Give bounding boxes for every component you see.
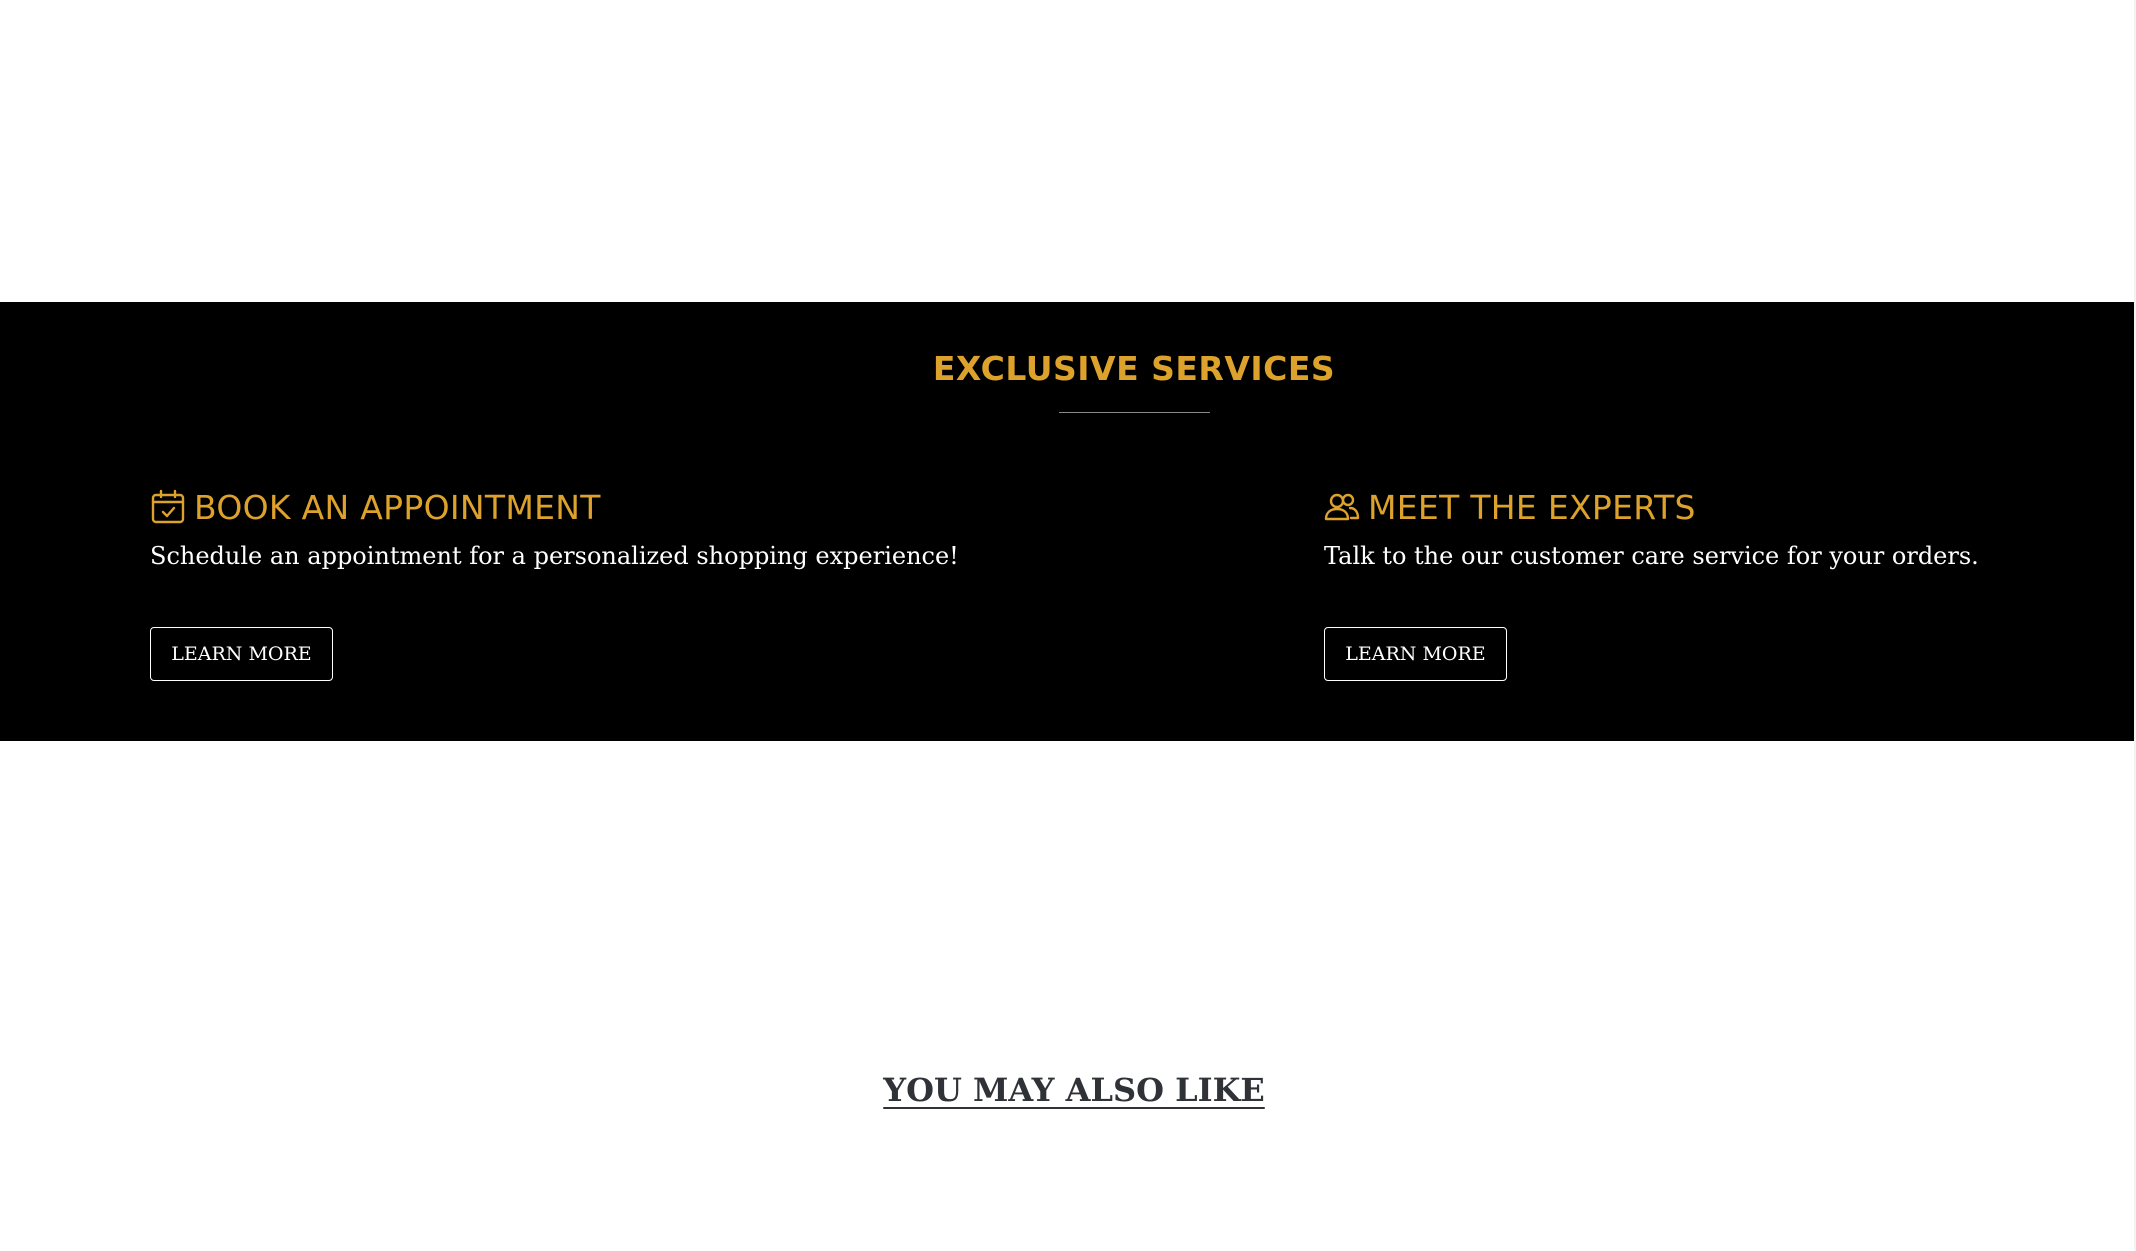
service-heading: MEET THE EXPERTS xyxy=(1324,484,1979,530)
service-title: MEET THE EXPERTS xyxy=(1368,487,1696,527)
service-title: BOOK AN APPOINTMENT xyxy=(194,487,601,527)
learn-more-button[interactable]: LEARN MORE xyxy=(1324,627,1507,681)
calendar-check-icon xyxy=(150,489,186,525)
service-description: Schedule an appointment for a personaliz… xyxy=(150,542,959,570)
service-heading: BOOK AN APPOINTMENT xyxy=(150,484,959,530)
page: EXCLUSIVE SERVICES BOOK AN APPOINTMENT S… xyxy=(0,0,2136,1251)
title-divider xyxy=(1059,412,1210,413)
service-description: Talk to the our customer care service fo… xyxy=(1324,542,1979,570)
users-icon xyxy=(1324,489,1360,525)
service-meet-experts: MEET THE EXPERTS Talk to the our custome… xyxy=(1324,484,1979,681)
services-title: EXCLUSIVE SERVICES xyxy=(932,349,1336,388)
service-book-appointment: BOOK AN APPOINTMENT Schedule an appointm… xyxy=(150,484,959,681)
exclusive-services-section: EXCLUSIVE SERVICES BOOK AN APPOINTMENT S… xyxy=(0,302,2134,741)
you-may-also-like-heading[interactable]: YOU MAY ALSO LIKE xyxy=(0,1066,2136,1114)
learn-more-button[interactable]: LEARN MORE xyxy=(150,627,333,681)
